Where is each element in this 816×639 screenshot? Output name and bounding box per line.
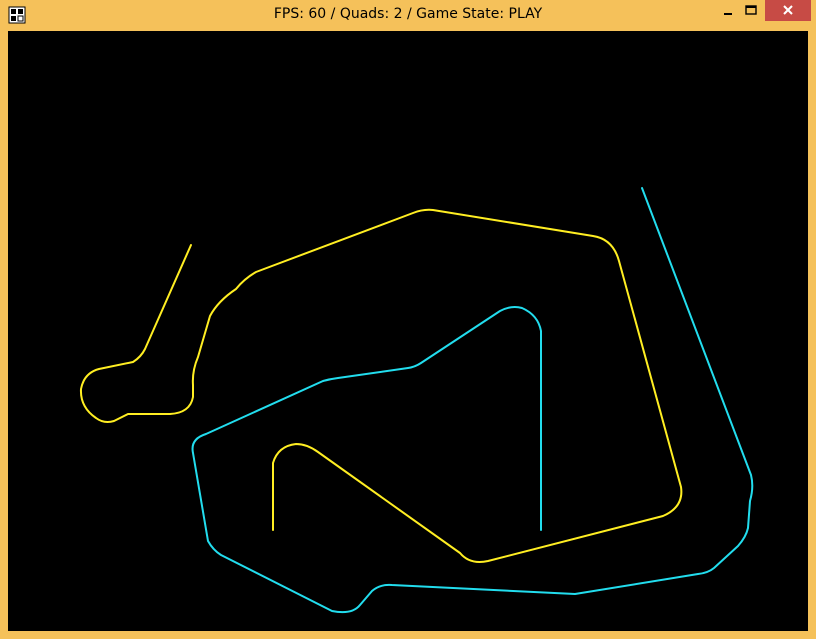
window-title: FPS: 60 / Quads: 2 / Game State: PLAY	[273, 6, 543, 22]
yellow-track-outer	[79, 208, 683, 563]
title-bar[interactable]: FPS: 60 / Quads: 2 / Game State: PLAY	[0, 0, 816, 31]
close-icon	[783, 5, 793, 15]
close-button[interactable]	[765, 0, 811, 21]
cyan-track-inner	[191, 187, 754, 614]
track-drawing	[79, 187, 754, 614]
game-canvas[interactable]	[8, 31, 808, 631]
maximize-button[interactable]	[738, 0, 764, 21]
app-window: FPS: 60 / Quads: 2 / Game State: PLAY	[0, 0, 816, 639]
maximize-icon	[745, 5, 757, 15]
